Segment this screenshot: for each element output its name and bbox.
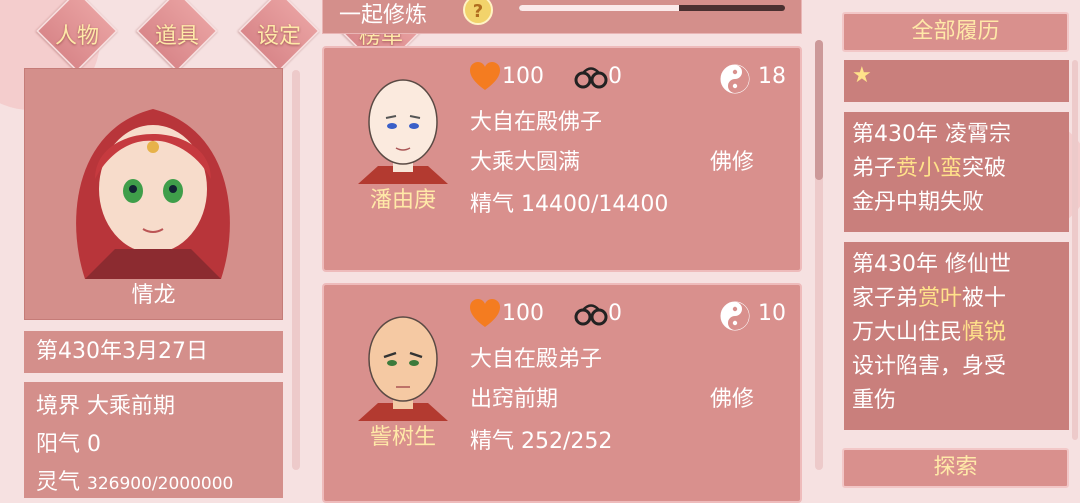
history-text: 万大山住民 [852, 320, 963, 345]
yinyang-value: 10 [758, 301, 786, 326]
stat-label: 灵气 [36, 470, 81, 495]
all-history-button[interactable]: 全部履历 [842, 12, 1069, 52]
disciple-realm: 出窍前期 [470, 387, 559, 412]
disciple-realm: 大乘大圆满 [470, 150, 581, 175]
handcuff-icon [574, 67, 608, 89]
stat-spirit: 灵气 326900/2000000 [36, 464, 271, 502]
tab-label: 设定 [256, 24, 301, 49]
stat-value: 0 [87, 432, 102, 457]
history-text: 突破 [962, 156, 1007, 181]
game-date: 第430年3月27日 [24, 331, 283, 373]
character-stats: 境界 大乘前期 阳气 0 灵气 326900/2000000 [24, 382, 283, 498]
history-text: 弟子 [852, 156, 897, 181]
character-portrait [76, 109, 230, 279]
history-text: 重伤 [852, 388, 897, 413]
history-line: 第430年 凌霄宗 [852, 118, 1061, 152]
yinyang-icon [720, 64, 750, 94]
scroll-thumb[interactable] [815, 40, 823, 180]
history-line: 设计陷害，身受 [852, 350, 1061, 384]
tab-label: 人物 [54, 24, 99, 49]
disciple-essence: 精气 252/252 [470, 423, 612, 455]
history-line: 弟子贲小蛮突破 [852, 152, 1061, 186]
history-line: 金丹中期失败 [852, 186, 1061, 220]
history-line: 重伤 [852, 384, 1061, 418]
character-portrait-panel[interactable]: 情龙 [24, 68, 283, 320]
yinyang-icon [720, 301, 750, 331]
star-icon: ★ [852, 63, 872, 88]
stat-value: 326900/2000000 [87, 474, 234, 494]
disciple-title: 大自在殿佛子 [470, 110, 603, 135]
history-text: 第430年 凌霄宗 [852, 122, 1011, 147]
history-entry-partial: ★ [844, 60, 1069, 102]
stat-label: 阳气 [36, 432, 81, 457]
history-text: 第430年 修仙世 [852, 252, 1011, 277]
history-name-highlight: 赏叶 [918, 286, 963, 311]
bonds-value: 0 [608, 64, 622, 89]
disciple-path: 佛修 [710, 150, 755, 175]
affection-value: 100 [502, 301, 544, 326]
history-text: 金丹中期失败 [852, 190, 985, 215]
history-text: 被十 [962, 286, 1007, 311]
history-text: 设计陷害，身受 [852, 354, 1007, 379]
explore-button[interactable]: 探索 [842, 448, 1069, 488]
history-line: 万大山住民慎锐 [852, 316, 1061, 350]
question-icon[interactable]: ? [463, 0, 493, 25]
tab-items[interactable]: 道具 [136, 0, 218, 72]
cultivation-progress [519, 5, 785, 11]
disciple-portrait [358, 316, 448, 421]
history-text: 家子弟 [852, 286, 919, 311]
bonds-value: 0 [608, 301, 622, 326]
stat-value: 大乘前期 [87, 394, 176, 419]
tab-label: 道具 [154, 24, 199, 49]
yinyang-value: 18 [758, 64, 786, 89]
stat-label: 境界 [36, 394, 81, 419]
history-line: 第430年 修仙世 [852, 248, 1061, 282]
center-scrollbar[interactable] [815, 40, 823, 470]
essence-value: 14400/14400 [521, 192, 669, 217]
disciple-card[interactable]: 潘由庚 100 0 18 大自在殿佛子 大乘大圆满 佛修 精气 14400/14… [322, 46, 802, 272]
character-name: 情龙 [131, 283, 176, 308]
disciple-name: 潘由庚 [369, 188, 436, 213]
affection-value: 100 [502, 64, 544, 89]
essence-label: 精气 [470, 429, 515, 454]
heart-icon [470, 62, 500, 90]
disciple-title: 大自在殿弟子 [470, 347, 603, 372]
tab-characters[interactable]: 人物 [36, 0, 118, 72]
history-line: 家子弟赏叶被十 [852, 282, 1061, 316]
disciple-essence: 精气 14400/14400 [470, 186, 668, 218]
cultivation-title: 一起修炼 [339, 3, 428, 28]
disciple-path: 佛修 [710, 387, 755, 412]
essence-value: 252/252 [521, 429, 613, 454]
history-name-highlight: 贲小蛮 [896, 156, 963, 181]
cultivation-bar: 一起修炼 ? [322, 0, 802, 34]
handcuff-icon [574, 304, 608, 326]
history-entry: 第430年 修仙世 家子弟赏叶被十 万大山住民慎锐 设计陷害，身受 重伤 [844, 242, 1069, 430]
stat-yang: 阳气 0 [36, 426, 271, 464]
stat-realm: 境界 大乘前期 [36, 388, 271, 426]
tab-settings[interactable]: 设定 [238, 0, 320, 72]
disciple-name: 訾树生 [369, 425, 436, 450]
right-scrollbar[interactable] [1072, 60, 1078, 440]
disciple-portrait [358, 79, 448, 184]
disciple-card[interactable]: 訾树生 100 0 10 大自在殿弟子 出窍前期 佛修 精气 252/252 [322, 283, 802, 503]
history-entry: 第430年 凌霄宗 弟子贲小蛮突破 金丹中期失败 [844, 112, 1069, 232]
heart-icon [470, 299, 500, 327]
essence-label: 精气 [470, 192, 515, 217]
left-scrollbar[interactable] [292, 70, 300, 470]
progress-fill [519, 5, 679, 11]
history-name-highlight: 慎锐 [962, 320, 1007, 345]
